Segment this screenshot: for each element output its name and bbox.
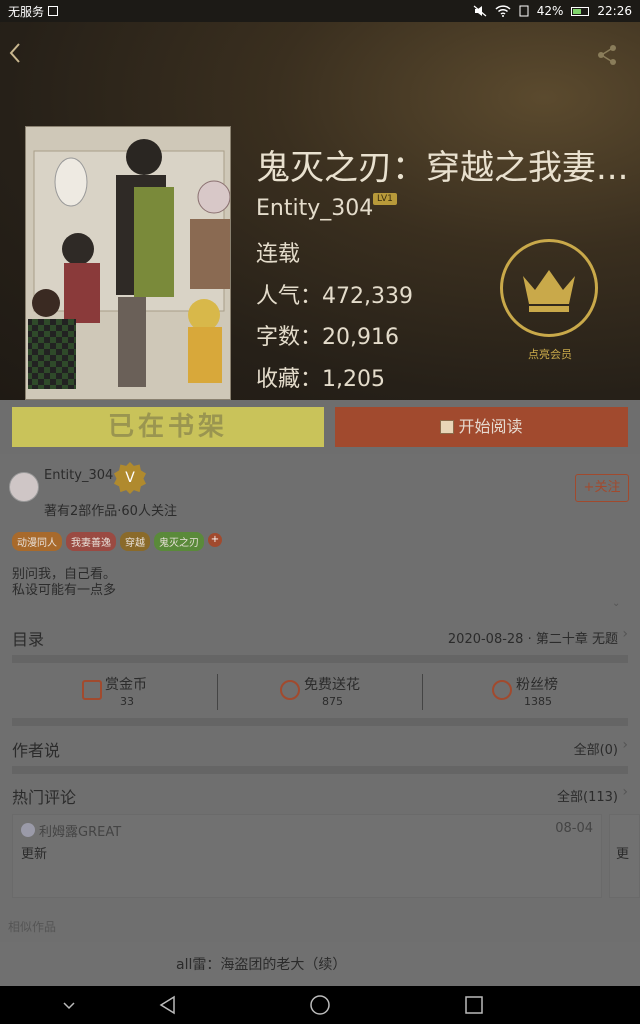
description-line: 私设可能有一点多 — [12, 583, 117, 598]
tag-item[interactable]: 我妻善逸 — [66, 532, 116, 551]
book-icon — [440, 420, 455, 434]
expand-description-icon[interactable]: ⌄ — [612, 598, 620, 609]
similar-works-label: 相似作品 — [8, 920, 57, 934]
follow-button[interactable]: +关注 — [575, 474, 629, 502]
author-says-count: 全部(0) — [573, 743, 618, 758]
book-title: 鬼灭之刃：穿越之我妻... — [256, 148, 629, 188]
divider — [422, 674, 423, 710]
battery-percent: 42% — [536, 4, 564, 18]
comment-user: 利姆露GREAT — [39, 825, 122, 840]
latest-chapter: 2020-08-28 · 第二十章 无题 — [447, 632, 618, 647]
vip-button[interactable] — [500, 239, 598, 337]
comment-card[interactable]: 更 — [609, 814, 640, 898]
author-says-label: 作者说 — [12, 741, 61, 760]
comment-card[interactable]: 利姆露GREAT 08-04 更新 — [12, 814, 602, 898]
reward-label: 粉丝榜 — [516, 677, 558, 693]
sim-icon — [48, 6, 59, 16]
wifi-icon — [495, 5, 511, 17]
mute-icon — [473, 5, 487, 17]
carrier-label: 无服务 — [8, 4, 45, 19]
circle-home-icon — [310, 995, 330, 1015]
chevron-right-icon: › — [622, 626, 628, 642]
author-level-badge: LV1 — [373, 193, 397, 205]
avatar[interactable] — [9, 472, 39, 502]
book-description: 别问我，自己看。 私设可能有一点多 — [12, 567, 116, 599]
chevron-down-icon — [63, 1002, 75, 1010]
divider — [12, 718, 628, 726]
send-flower-button[interactable]: 免费送花 875 — [220, 668, 420, 716]
hot-comments-count: 全部(113) — [557, 790, 618, 805]
coin-icon — [82, 680, 102, 700]
status-bar: 无服务 42% 22:26 — [0, 0, 640, 22]
chevron-right-icon: › — [622, 737, 628, 753]
hot-comments-label: 热门评论 — [12, 788, 77, 807]
serial-status: 连载 — [256, 242, 301, 267]
reward-count: 1385 — [524, 695, 552, 708]
tag-item[interactable]: 动漫同人 — [12, 532, 62, 551]
author-row-name[interactable]: Entity_304 — [44, 468, 113, 483]
fan-ranking-button[interactable]: 粉丝榜 1385 — [430, 668, 630, 716]
start-reading-button[interactable]: 开始阅读 — [335, 407, 628, 447]
back-button[interactable] — [8, 42, 32, 66]
in-shelf-button[interactable]: 已在书架 — [12, 407, 324, 447]
back-nav-button[interactable] — [157, 994, 179, 1016]
favorites-stat: 收藏：1,205 — [256, 367, 385, 392]
reward-coins-button[interactable]: 赏金币 33 — [10, 668, 210, 716]
tag-item[interactable]: 鬼灭之刃 — [154, 532, 204, 551]
comment-body: 更 — [616, 847, 630, 862]
clock: 22:26 — [597, 4, 632, 18]
author-meta: 著有2部作品·60人关注 — [44, 504, 177, 519]
verified-badge: V — [114, 462, 146, 494]
comment-body: 更新 — [21, 847, 48, 862]
word-count-stat: 字数：20,916 — [256, 325, 399, 350]
crown-icon — [523, 270, 575, 312]
divider — [12, 655, 628, 663]
reward-label: 免费送花 — [304, 677, 360, 693]
recents-nav-button[interactable] — [463, 994, 485, 1016]
triangle-back-icon — [159, 995, 175, 1015]
divider — [12, 766, 628, 774]
book-header: 鬼灭之刃：穿越之我妻... Entity_304 LV1 连载 人气：472,3… — [0, 22, 640, 400]
popularity-stat: 人气：472,339 — [256, 284, 413, 309]
share-icon — [598, 45, 616, 65]
catalog-label: 目录 — [12, 630, 45, 649]
share-button[interactable] — [596, 44, 620, 68]
vip-label: 点亮会员 — [528, 348, 572, 361]
comment-date: 08-04 — [555, 821, 593, 836]
reward-label: 赏金币 — [105, 677, 147, 693]
tag-item[interactable]: 穿越 — [120, 532, 150, 551]
action-bar: 已在书架 开始阅读 — [0, 400, 640, 454]
tag-list: 动漫同人 我妻善逸 穿越 鬼灭之刃 + — [12, 532, 222, 551]
start-reading-label: 开始阅读 — [458, 417, 523, 436]
reward-count: 875 — [322, 695, 343, 708]
flower-icon — [280, 680, 300, 700]
similar-work-title: all雷：海盗团的老大（续） — [176, 957, 347, 973]
more-tags-button[interactable]: + — [208, 533, 222, 547]
catalog-row[interactable]: 目录 2020-08-28 · 第二十章 无题 › — [0, 618, 640, 654]
square-recents-icon — [465, 996, 483, 1014]
author-says-row[interactable]: 作者说 全部(0) › — [0, 729, 640, 765]
user-icon — [21, 823, 35, 837]
hot-comments-row[interactable]: 热门评论 全部(113) › — [0, 776, 640, 812]
author-row: Entity_304 V 著有2部作品·60人关注 +关注 — [0, 454, 640, 526]
home-nav-button[interactable] — [309, 994, 331, 1016]
description-line: 别问我，自己看。 — [12, 567, 117, 582]
cover-illustration — [26, 127, 230, 399]
similar-work-item[interactable]: all雷：海盗团的老大（续） — [0, 942, 640, 986]
reward-count: 33 — [120, 695, 134, 708]
book-author[interactable]: Entity_304 — [256, 196, 373, 221]
reward-row: 赏金币 33 免费送花 875 粉丝榜 1385 — [0, 668, 640, 716]
book-cover[interactable] — [25, 126, 231, 400]
battery-saver-icon — [519, 5, 529, 17]
hide-nav-button[interactable] — [58, 994, 80, 1016]
chevron-left-icon — [9, 43, 20, 63]
divider — [217, 674, 218, 710]
battery-icon — [571, 6, 590, 16]
system-nav-bar — [0, 986, 640, 1024]
medal-icon — [492, 680, 512, 700]
chevron-right-icon: › — [622, 784, 628, 800]
